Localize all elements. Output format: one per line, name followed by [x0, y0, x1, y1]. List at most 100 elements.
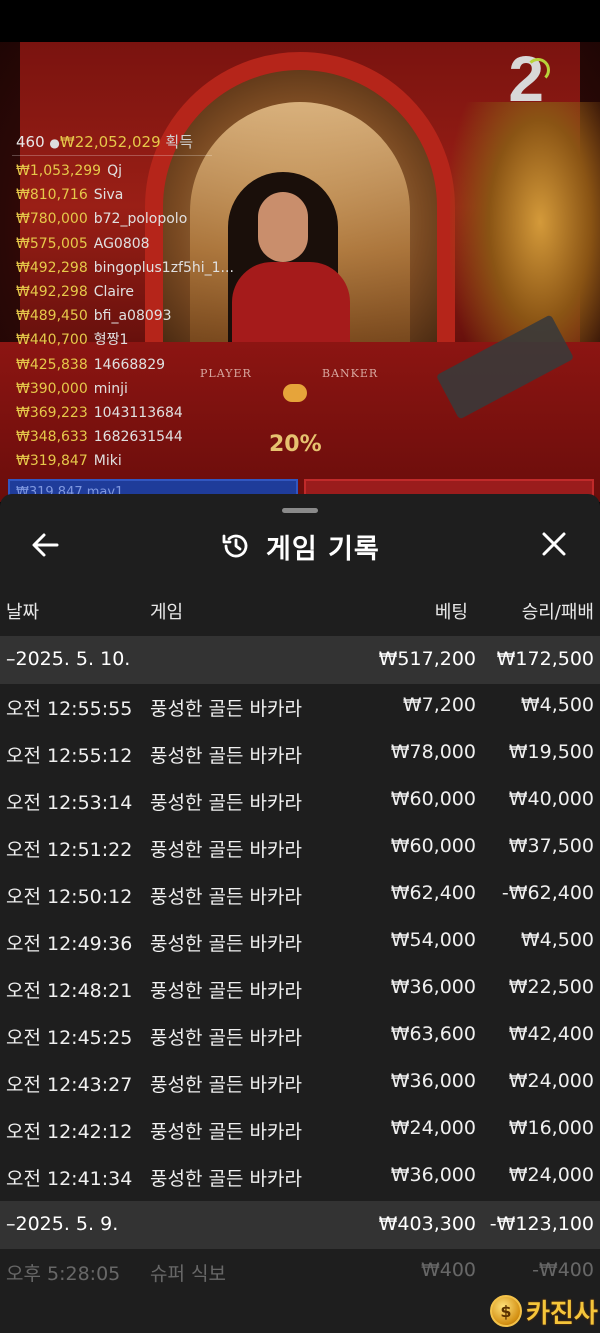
winner-row: ₩575,005 AG0808 — [16, 234, 150, 254]
sheet-header: 게임 기록 — [0, 520, 600, 570]
history-row[interactable]: 오전 12:41:34 풍성한 골든 바카라 ₩36,000 ₩24,000 — [0, 1154, 600, 1201]
group-bet-total: ₩403,300 — [378, 1213, 476, 1235]
winner-amount: ₩492,298 — [16, 284, 88, 300]
row-game: 풍성한 골든 바카라 — [150, 839, 302, 861]
row-bet: ₩36,000 — [390, 1164, 476, 1186]
person-icon: ● — [49, 136, 60, 150]
history-row[interactable]: 오후 5:28:05 슈퍼 식보 ₩400 -₩400 — [0, 1249, 600, 1296]
history-row[interactable]: 오전 12:55:12 풍성한 골든 바카라 ₩78,000 ₩19,500 — [0, 731, 600, 778]
winner-row: ₩492,298 bingoplus1zf5hi_1... — [16, 258, 234, 278]
row-bet: ₩24,000 — [390, 1117, 476, 1139]
winner-row: ₩369,223 1043113684 — [16, 403, 183, 423]
group-result-total: -₩123,100 — [489, 1213, 594, 1235]
row-time: 오전 12:55:55 — [6, 698, 133, 720]
winner-name: bingoplus1zf5hi_1... — [93, 259, 234, 276]
watermark-text: 카진사 — [526, 1298, 598, 1329]
drag-handle[interactable] — [282, 508, 318, 513]
winner-amount: ₩810,716 — [16, 187, 88, 204]
date-group-header[interactable]: –2025. 5. 9. ₩403,300 -₩123,100 — [0, 1201, 600, 1249]
group-result-total: ₩172,500 — [496, 648, 594, 670]
sheet-title-wrap: 게임 기록 — [220, 526, 380, 566]
winner-row: ₩425,838 14668829 — [16, 355, 165, 375]
row-bet: ₩60,000 — [390, 788, 476, 810]
sheet-title: 게임 기록 — [266, 533, 380, 565]
history-row[interactable]: 오전 12:50:12 풍성한 골든 바카라 ₩62,400 -₩62,400 — [0, 872, 600, 919]
winner-name: bfi_a08093 — [93, 308, 172, 325]
winner-name: 1682631544 — [93, 429, 183, 446]
row-result: -₩62,400 — [501, 882, 594, 904]
row-result: ₩42,400 — [508, 1023, 594, 1045]
winner-name: 14668829 — [93, 356, 166, 373]
winner-amount: ₩492,298 — [16, 259, 88, 276]
history-row[interactable]: 오전 12:55:55 풍성한 골든 바카라 ₩7,200 ₩4,500 — [0, 684, 600, 731]
row-time: 오후 5:28:05 — [6, 1263, 121, 1285]
winner-row: ₩810,716 Siva — [16, 185, 123, 205]
row-game: 풍성한 골든 바카라 — [150, 1121, 302, 1143]
winner-name: AG0808 — [93, 235, 150, 252]
row-bet: ₩400 — [420, 1259, 476, 1281]
close-icon[interactable] — [540, 530, 568, 558]
history-row[interactable]: 오전 12:51:22 풍성한 골든 바카라 ₩60,000 ₩37,500 — [0, 825, 600, 872]
row-result: ₩19,500 — [508, 741, 594, 763]
row-game: 풍성한 골든 바카라 — [150, 698, 302, 720]
row-bet: ₩7,200 — [402, 694, 476, 716]
history-row[interactable]: 오전 12:42:12 풍성한 골든 바카라 ₩24,000 ₩16,000 — [0, 1107, 600, 1154]
row-time: 오전 12:50:12 — [6, 886, 133, 908]
history-row[interactable]: 오전 12:43:27 풍성한 골든 바카라 ₩36,000 ₩24,000 — [0, 1060, 600, 1107]
winner-amount: ₩319,847 — [16, 453, 88, 470]
group-bet-total: ₩517,200 — [378, 648, 476, 670]
row-result: ₩40,000 — [508, 788, 594, 810]
date-group-header[interactable]: –2025. 5. 10. ₩517,200 ₩172,500 — [0, 636, 600, 684]
group-date: –2025. 5. 10. — [6, 648, 131, 670]
row-result: ₩24,000 — [508, 1070, 594, 1092]
player-label: PLAYER — [200, 367, 252, 380]
winner-name: 형짱1 — [93, 332, 129, 349]
total-winnings: ₩22,052,029 — [59, 133, 161, 151]
row-result: ₩24,000 — [508, 1164, 594, 1186]
row-bet: ₩78,000 — [390, 741, 476, 763]
row-game: 슈퍼 식보 — [150, 1263, 226, 1285]
row-game: 풍성한 골든 바카라 — [150, 1074, 302, 1096]
winner-amount: ₩348,633 — [16, 429, 88, 446]
dealer-face — [258, 192, 308, 262]
banker-label: BANKER — [322, 367, 379, 380]
row-time: 오전 12:53:14 — [6, 792, 133, 814]
row-time: 오전 12:49:36 — [6, 933, 133, 955]
winner-amount: ₩489,450 — [16, 308, 88, 325]
winner-name: Siva — [93, 187, 124, 204]
winner-name: Claire — [93, 284, 134, 300]
status-bar — [0, 0, 600, 42]
row-time: 오전 12:48:21 — [6, 980, 133, 1002]
history-row[interactable]: 오전 12:48:21 풍성한 골든 바카라 ₩36,000 ₩22,500 — [0, 966, 600, 1013]
winner-row: ₩1,053,299 Qj — [16, 161, 122, 181]
row-result: ₩37,500 — [508, 835, 594, 857]
winner-name: 1043113684 — [93, 405, 183, 421]
history-icon — [222, 534, 248, 558]
winner-amount: ₩425,838 — [16, 356, 88, 373]
winner-amount: ₩369,223 — [16, 405, 88, 421]
row-bet: ₩60,000 — [390, 835, 476, 857]
timer-ring — [526, 58, 550, 82]
winner-amount: ₩1,053,299 — [16, 163, 102, 179]
winner-name: minji — [93, 380, 128, 397]
back-arrow-icon[interactable] — [30, 532, 60, 558]
row-result: ₩22,500 — [508, 976, 594, 998]
row-time: 오전 12:55:12 — [6, 745, 133, 767]
winner-name: Miki — [93, 453, 122, 470]
column-header-bet: 베팅 — [434, 602, 468, 623]
row-time: 오전 12:42:12 — [6, 1121, 133, 1143]
row-game: 풍성한 골든 바카라 — [150, 1027, 302, 1049]
group-date: –2025. 5. 9. — [6, 1213, 119, 1235]
history-row[interactable]: 오전 12:53:14 풍성한 골든 바카라 ₩60,000 ₩40,000 — [0, 778, 600, 825]
row-game: 풍성한 골든 바카라 — [150, 933, 302, 955]
row-bet: ₩63,600 — [390, 1023, 476, 1045]
column-header-game: 게임 — [150, 602, 184, 623]
history-row[interactable]: 오전 12:45:25 풍성한 골든 바카라 ₩63,600 ₩42,400 — [0, 1013, 600, 1060]
divider — [12, 155, 212, 156]
winner-name: Qj — [107, 163, 123, 179]
history-row[interactable]: 오전 12:49:36 풍성한 골든 바카라 ₩54,000 ₩4,500 — [0, 919, 600, 966]
row-time: 오전 12:43:27 — [6, 1074, 133, 1096]
winner-row: ₩492,298 Claire — [16, 282, 134, 302]
winnings-suffix: 획득 — [165, 133, 194, 151]
winners-count: 460 — [16, 133, 45, 151]
